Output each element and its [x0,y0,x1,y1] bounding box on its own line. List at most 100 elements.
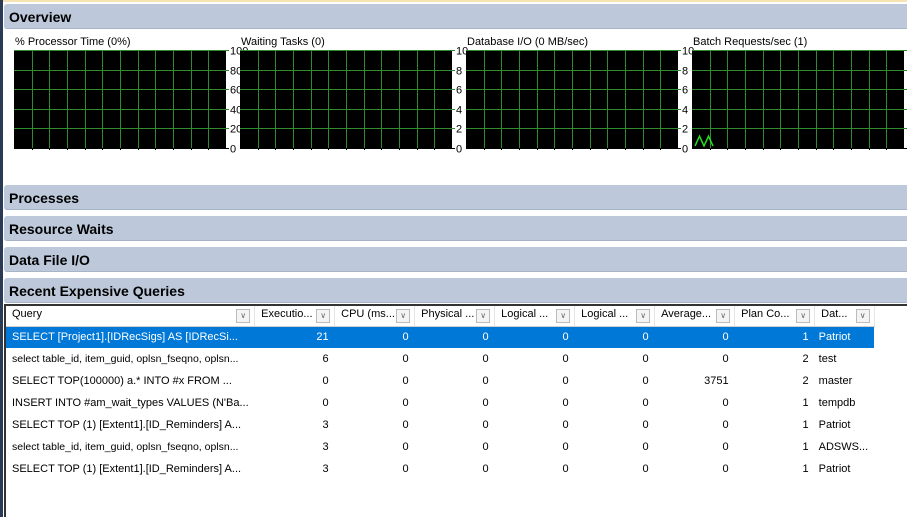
column-header-label: Average... [661,308,712,321]
window-left-border [0,0,3,517]
filter-dropdown-icon[interactable]: ∨ [796,309,811,323]
table-row[interactable]: INSERT INTO #am_wait_types VALUES (N'Ba.… [6,392,874,414]
cell-plan-count: 1 [802,463,809,475]
y-tick-label: 4 [456,105,462,117]
column-header-label: Physical ... [421,308,475,321]
cell-average-duration: 3751 [704,375,729,387]
section-data-file-io[interactable]: Data File I/O [4,247,907,272]
y-tick-label: 0 [456,144,462,156]
cell-cpu-ms: 0 [402,397,409,409]
cell-plan-count: 2 [802,375,809,387]
cell-cpu-ms: 0 [402,441,409,453]
cell-logical-writes: 0 [562,419,569,431]
chart-svg: 100806040200 [14,46,248,156]
column-header-label: Query [12,308,42,321]
column-header-label: Logical ... [581,308,629,321]
cell-executions: 3 [322,419,329,431]
table-row[interactable]: SELECT TOP (1) [Extent1].[ID_Reminders] … [6,458,874,480]
column-header-label: CPU (ms... [341,308,395,321]
cell-physical-reads: 0 [414,326,495,348]
window-top-border [0,0,907,2]
cell-query: SELECT TOP (1) [Extent1].[ID_Reminders] … [12,463,242,475]
cell-average-duration: 0 [722,353,729,365]
column-header-logical-writes[interactable]: Logical ... ∨ [494,306,576,327]
filter-dropdown-icon[interactable]: ∨ [636,309,651,323]
cell-logical-writes: 0 [562,353,569,365]
y-tick-label: 0 [682,144,688,156]
chart-title-batch-requests: Batch Requests/sec (1) [693,36,808,48]
column-header-plan-count[interactable]: Plan Co... ∨ [734,306,816,327]
chart-title-waiting-tasks: Waiting Tasks (0) [241,36,325,48]
cell-plan-count: 2 [802,353,809,365]
y-tick-label: 6 [456,85,462,97]
expensive-queries-grid[interactable]: Query ∨ Executio... ∨ CPU (ms... ∨ Physical ..… [4,304,907,517]
filter-dropdown-icon[interactable]: ∨ [556,309,571,323]
section-resource-waits[interactable]: Resource Waits [4,216,907,241]
cell-logical-reads: 0 [642,441,649,453]
column-header-label: Plan Co... [741,308,790,321]
cell-average-duration: 0 [722,419,729,431]
cell-logical-writes: 0 [562,463,569,475]
cell-logical-reads: 0 [642,397,649,409]
y-tick-label: 8 [682,66,688,78]
cell-logical-reads: 0 [642,463,649,475]
section-processes[interactable]: Processes [4,185,907,210]
cell-physical-reads: 0 [482,463,489,475]
cell-logical-writes: 0 [562,397,569,409]
column-header-query[interactable]: Query ∨ [6,306,256,327]
cell-logical-reads: 0 [642,419,649,431]
column-header-average-duration[interactable]: Average... ∨ [654,306,736,327]
column-header-logical-reads[interactable]: Logical ... ∨ [574,306,656,327]
chart-svg: 1086420 [692,50,907,150]
cell-query: SELECT TOP (1) [Extent1].[ID_Reminders] … [12,419,242,431]
section-recent-expensive-queries[interactable]: Recent Expensive Queries [4,278,907,303]
cell-query: select table_id, item_guid, oplsn_fseqno… [12,441,239,453]
cell-logical-writes: 0 [494,326,575,348]
chart-processor-time: 100 80 60 40 20 0 [14,46,250,156]
cell-database: ADSWS... [818,441,869,453]
cell-query: select table_id, item_guid, oplsn_fseqno… [12,353,239,365]
cell-executions: 3 [322,463,329,475]
chart-svg: 1086420 [466,46,694,156]
chart-waiting-tasks: 10 8 6 4 2 0 [240,46,476,156]
cell-executions: 3 [322,441,329,453]
y-tick-label: 4 [682,105,688,117]
cell-cpu-ms: 0 [402,463,409,475]
filter-dropdown-icon[interactable]: ∨ [236,309,251,323]
cell-physical-reads: 0 [482,353,489,365]
cell-database: Patriot [818,463,851,475]
column-header-database[interactable]: Dat... ∨ [814,306,875,327]
column-header-cpu-ms[interactable]: CPU (ms... ∨ [334,306,416,327]
filter-dropdown-icon[interactable]: ∨ [476,309,491,323]
column-header-physical-reads[interactable]: Physical ... ∨ [414,306,496,327]
table-header-row: Query ∨ Executio... ∨ CPU (ms... ∨ Physical ..… [6,306,875,327]
filter-dropdown-icon[interactable]: ∨ [716,309,731,323]
cell-logical-reads: 0 [642,375,649,387]
cell-cpu-ms: 0 [402,419,409,431]
queries-table: Query ∨ Executio... ∨ CPU (ms... ∨ Physical ..… [6,306,875,480]
cell-plan-count: 1 [802,397,809,409]
y-tick-label: 2 [682,124,688,136]
filter-dropdown-icon[interactable]: ∨ [396,309,411,323]
table-row[interactable]: SELECT TOP (1) [Extent1].[ID_Reminders] … [6,414,874,436]
cell-cpu-ms: 0 [334,326,415,348]
cell-executions: 6 [322,353,329,365]
cell-executions: 21 [254,326,335,348]
table-row[interactable]: SELECT TOP(100000) a.* INTO #x FROM ... 0… [6,370,874,392]
table-row[interactable]: select table_id, item_guid, oplsn_fseqno… [6,348,874,370]
cell-physical-reads: 0 [482,419,489,431]
table-row[interactable]: SELECT [Project1].[IDRecSigs] AS [IDRecS… [6,326,875,348]
chart-batch-requests: 1086420 [692,50,907,156]
cell-logical-writes: 0 [562,375,569,387]
column-header-executions[interactable]: Executio... ∨ [254,306,336,327]
cell-average-duration: 0 [654,326,735,348]
table-row[interactable]: select table_id, item_guid, oplsn_fseqno… [6,436,874,458]
y-tick-label: 2 [456,124,462,136]
filter-dropdown-icon[interactable]: ∨ [855,309,870,323]
column-header-label: Dat... [821,308,848,321]
filter-dropdown-icon[interactable]: ∨ [316,309,331,323]
cell-plan-count: 1 [734,326,815,348]
section-overview[interactable]: Overview [4,4,907,29]
cell-query: SELECT [Project1].[IDRecSigs] AS [IDRecS… [6,326,255,348]
cell-database: Patriot [814,326,875,348]
